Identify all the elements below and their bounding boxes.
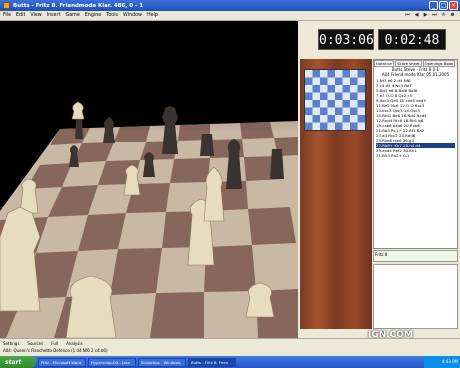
menu-window[interactable]: Window <box>123 13 142 18</box>
tab-openings-book[interactable]: Openings Book <box>422 60 456 67</box>
menu-engine[interactable]: Engine <box>85 13 101 18</box>
maximize-icon[interactable]: □ <box>439 1 448 10</box>
first-move-icon[interactable]: ⏮ <box>404 12 411 19</box>
white-pawn[interactable] <box>123 164 141 196</box>
white-king-icon[interactable]: ♔ <box>440 12 447 19</box>
back-icon[interactable]: ◀ <box>413 12 420 19</box>
black-clock: 0:02:48 <box>378 29 446 50</box>
white-clock: 0:03:06 <box>318 29 374 50</box>
start-menu-button[interactable]: start <box>0 356 36 368</box>
engine-label: Fritz 8 <box>375 252 388 257</box>
game-subheader: A04 Friend mode Klar 05.01.2005 <box>381 72 450 77</box>
menu-game[interactable]: Game <box>65 13 79 18</box>
window-title: Butts - Fritz 8. Friendmode Klar. 486, 0… <box>13 2 144 9</box>
menu-bar: File Edit View Insert Game Engine Tools … <box>0 11 460 21</box>
menu-file[interactable]: File <box>3 13 11 18</box>
black-king-icon[interactable]: ♚ <box>449 12 456 19</box>
engine-output <box>373 264 458 329</box>
menu-edit[interactable]: Edit <box>16 13 25 18</box>
forward-icon[interactable]: ▶ <box>422 12 429 19</box>
notation-panel: Notation Score sheet Openings Book Butts… <box>373 59 458 249</box>
menu-help[interactable]: Help <box>147 13 158 18</box>
engine-panel: Fritz 8 <box>373 250 458 262</box>
opening-text: A04: Queen's Fianchetto Defence (1 d4 Nf… <box>3 348 108 353</box>
task-button-2[interactable]: Hypersnap-DX - Jase <box>88 357 136 367</box>
sources-check[interactable]: Sources <box>27 341 43 346</box>
task-button-4[interactable]: Butts - Fritz 8. Frien <box>188 357 236 367</box>
white-king[interactable] <box>0 206 41 312</box>
full-check[interactable]: Full <box>51 341 58 346</box>
task-button-1[interactable]: Fritz - Microsoft Word <box>38 357 86 367</box>
move-line[interactable]: 31.Bh3 Rh2+ 0-1 <box>376 153 455 158</box>
task-button-3[interactable]: Solverbox - Windows <box>138 357 186 367</box>
white-pawn-near[interactable] <box>65 275 117 338</box>
window-title-bar[interactable]: Butts - Fritz 8. Friendmode Klar. 486, 0… <box>0 0 460 11</box>
menu-view[interactable]: View <box>30 13 41 18</box>
status-bar: Settings Sources Full Analysis A04: Quee… <box>0 338 460 356</box>
board-scene[interactable] <box>0 21 298 338</box>
black-queen[interactable] <box>226 139 242 189</box>
move-list[interactable]: 1.Nf3 e6 2.d4 Nf6 3.c4 d5 4.Nc3 Be7 5.Bg5 … <box>374 77 457 159</box>
analysis-check[interactable]: Analysis <box>66 341 82 346</box>
white-pawn-3[interactable] <box>245 282 275 318</box>
menu-insert[interactable]: Insert <box>47 13 61 18</box>
right-panel: 0:03:06 0:02:48 Notation Score sheet Ope… <box>298 21 460 349</box>
system-tray-clock: 4:43 PM <box>424 356 460 368</box>
taskbar: start Fritz - Microsoft Word Hypersnap-D… <box>0 356 460 368</box>
3d-chess-board[interactable] <box>0 21 298 338</box>
tab-score-sheet[interactable]: Score sheet <box>395 60 422 67</box>
menu-tools[interactable]: Tools <box>106 13 118 18</box>
mini-board[interactable] <box>304 69 366 131</box>
minimize-icon[interactable]: _ <box>429 1 438 10</box>
tab-notation[interactable]: Notation <box>374 60 395 67</box>
last-move-icon[interactable]: ⏭ <box>431 12 438 19</box>
black-rook[interactable] <box>200 134 214 156</box>
settings-check[interactable]: Settings <box>3 341 19 346</box>
white-pawn-2[interactable] <box>19 178 39 214</box>
black-rook-2[interactable] <box>270 149 284 179</box>
window-icon <box>3 2 10 9</box>
black-pawn[interactable] <box>143 152 155 177</box>
close-icon[interactable]: × <box>449 1 458 10</box>
